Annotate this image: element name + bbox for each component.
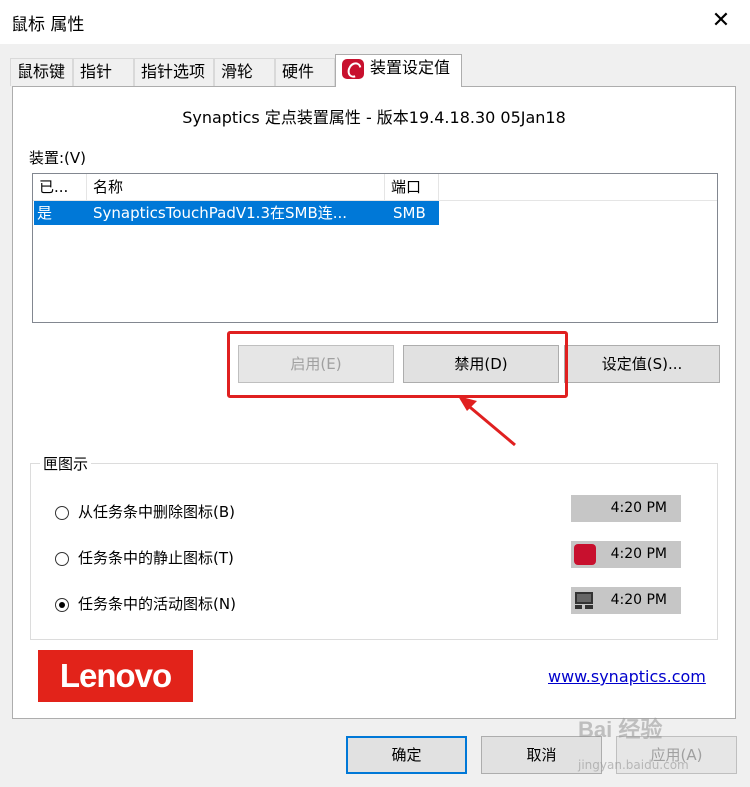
devices-label: 装置:(V): [29, 149, 87, 167]
radio-button: [55, 551, 69, 566]
synaptics-link[interactable]: www.synaptics.com: [548, 667, 706, 686]
device-list-header: 已... 名称 端口: [33, 174, 717, 201]
tray-icon-group: 匣图示 从任务条中删除图标(B) 4:20 PM 任务条中的静止图标(T) 4:…: [30, 453, 718, 640]
tab-hardware[interactable]: 硬件: [275, 58, 335, 86]
radio-remove-icon[interactable]: 从任务条中删除图标(B): [55, 500, 235, 524]
cell-port: SMB: [385, 201, 439, 225]
version-header: Synaptics 定点装置属性 - 版本19.4.18.30 05Jan18: [182, 108, 566, 127]
title-bar: 鼠标 属性 ✕: [0, 0, 750, 44]
preview-static-icon: 4:20 PM: [571, 541, 681, 568]
radio-static-icon[interactable]: 任务条中的静止图标(T): [55, 546, 234, 570]
device-settings-panel: Synaptics 定点装置属性 - 版本19.4.18.30 05Jan18 …: [12, 86, 736, 719]
cancel-button[interactable]: 取消: [481, 736, 602, 774]
cell-enabled: 是: [34, 201, 87, 225]
preview-no-icon: 4:20 PM: [571, 495, 681, 522]
annotation-arrow-icon: [458, 396, 516, 447]
column-enabled[interactable]: 已...: [33, 174, 87, 200]
tab-wheel[interactable]: 滑轮: [214, 58, 275, 86]
tab-pointer-options[interactable]: 指针选项: [134, 58, 214, 86]
synaptics-icon: [342, 58, 364, 79]
disable-button[interactable]: 禁用(D): [403, 345, 559, 383]
tab-device-settings[interactable]: 装置设定值: [335, 54, 462, 87]
settings-button[interactable]: 设定值(S)...: [564, 345, 720, 383]
close-icon[interactable]: ✕: [706, 6, 736, 36]
radio-active-icon[interactable]: 任务条中的活动图标(N): [55, 592, 236, 616]
device-list[interactable]: 已... 名称 端口 是 SynapticsTouchPadV1.3在SMB连.…: [32, 173, 718, 323]
radio-button: [55, 505, 69, 520]
tray-icon-group-title: 匣图示: [40, 453, 92, 474]
lenovo-logo: Lenovo: [38, 650, 193, 702]
tab-mouse-buttons[interactable]: 鼠标键: [10, 58, 73, 86]
window-title: 鼠标 属性: [11, 15, 85, 35]
column-name[interactable]: 名称: [87, 174, 385, 200]
radio-button-selected: [55, 597, 69, 612]
preview-active-icon: 4:20 PM: [571, 587, 681, 614]
touchpad-activity-icon: [575, 592, 593, 609]
synaptics-icon: [574, 544, 596, 565]
enable-button[interactable]: 启用(E): [238, 345, 394, 383]
column-port[interactable]: 端口: [385, 174, 439, 200]
cell-device-name: SynapticsTouchPadV1.3在SMB连...: [87, 201, 385, 225]
ok-button[interactable]: 确定: [346, 736, 467, 774]
apply-button[interactable]: 应用(A): [616, 736, 737, 774]
tab-pointers[interactable]: 指针: [73, 58, 134, 86]
